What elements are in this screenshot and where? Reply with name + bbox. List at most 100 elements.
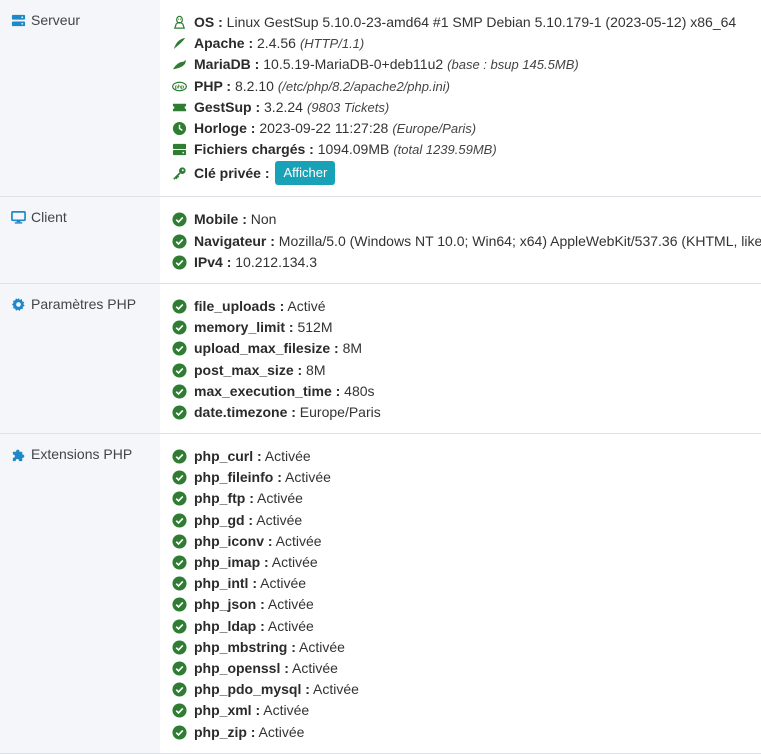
info-row-gestsup: GestSup : 3.2.24 (9803 Tickets) [171, 97, 761, 118]
info-key: php_openssl : [194, 659, 289, 676]
info-value: Activée [272, 532, 322, 549]
check-circle-icon [171, 639, 187, 655]
svg-text:php: php [174, 84, 183, 90]
monitor-icon [11, 210, 26, 225]
info-value: Mozilla/5.0 (Windows NT 10.0; Win64; x64… [274, 232, 761, 249]
section-label-parametres: Paramètres PHP [0, 283, 160, 433]
info-meta: (Europe/Paris) [392, 121, 477, 137]
info-key: date.timezone : [194, 403, 296, 420]
info-value: Activée [281, 469, 331, 486]
info-meta: (9803 Tickets) [306, 99, 390, 115]
check-circle-icon [171, 341, 187, 357]
hdd-icon [171, 142, 187, 158]
info-value: Activée [255, 723, 305, 740]
info-row: php_ldap : Activée [171, 616, 761, 637]
check-circle-icon [171, 618, 187, 634]
info-key: php_xml : [194, 702, 261, 719]
info-value: 1094.09MB [313, 141, 390, 158]
show-private-key-button[interactable]: Afficher [275, 161, 336, 186]
info-key: php_fileinfo : [194, 469, 282, 486]
check-circle-icon [171, 233, 187, 249]
check-circle-icon [171, 404, 187, 420]
info-row: php_openssl : Activée [171, 658, 761, 679]
section-content-parametres: file_uploads : Activé memory_limit : 512M… [160, 284, 761, 433]
info-value: Activée [288, 659, 338, 676]
info-key: upload_max_filesize : [194, 340, 339, 357]
info-value: 10.212.134.3 [231, 253, 317, 270]
info-key: php_zip : [194, 723, 256, 740]
info-key: max_execution_time : [194, 382, 341, 399]
info-meta: (base : bsup 145.5MB) [447, 57, 579, 73]
section-serveur: Serveur OS : Linux GestSup 5.10.0-23-amd… [0, 0, 761, 198]
check-circle-icon [171, 383, 187, 399]
info-value: Activée [257, 575, 307, 592]
server-icon [11, 13, 26, 28]
info-row-cle: Clé privée : Afficher [171, 160, 761, 186]
info-key: MariaDB : [194, 56, 260, 73]
info-value: Activée [295, 638, 345, 655]
check-circle-icon [171, 254, 187, 270]
info-row: php_fileinfo : Activée [171, 467, 761, 488]
section-title: Client [31, 209, 67, 226]
info-value: Activée [253, 490, 303, 507]
info-row-apache: Apache : 2.4.56 (HTTP/1.1) [171, 33, 761, 54]
check-circle-icon [171, 703, 187, 719]
info-value: Activée [264, 596, 314, 613]
section-content-client: Mobile : Non Navigateur : Mozilla/5.0 (W… [160, 197, 761, 283]
check-circle-icon [171, 533, 187, 549]
check-circle-icon [171, 362, 187, 378]
section-label-client: Client [0, 197, 160, 283]
info-value: 480s [340, 382, 375, 399]
info-value: Activée [261, 448, 311, 465]
check-circle-icon [171, 512, 187, 528]
check-circle-icon [171, 320, 187, 336]
info-value: 8.2.10 [231, 77, 274, 94]
section-label-extensions: Extensions PHP [0, 434, 160, 753]
info-key: Horloge : [194, 120, 256, 137]
info-row: php_zip : Activée [171, 721, 761, 742]
info-key: php_iconv : [194, 532, 273, 549]
info-row-horloge: Horloge : 2023-09-22 11:27:28 (Europe/Pa… [171, 118, 761, 139]
info-row-os: OS : Linux GestSup 5.10.0-23-amd64 #1 SM… [171, 12, 761, 33]
info-key: Apache : [194, 35, 254, 52]
section-client: Client Mobile : Non Navigateur : Mozilla… [0, 197, 761, 284]
seal-icon [171, 57, 187, 73]
info-value: 3.2.24 [260, 98, 303, 115]
info-value: Activée [268, 554, 318, 571]
check-circle-icon [171, 660, 187, 676]
info-key: php_ldap : [194, 617, 265, 634]
check-circle-icon [171, 298, 187, 314]
info-row: max_execution_time : 480s [171, 381, 761, 402]
info-meta: (/etc/php/8.2/apache2/php.ini) [277, 78, 450, 94]
info-row: php_json : Activée [171, 594, 761, 615]
info-row: IPv4 : 10.212.134.3 [171, 252, 761, 273]
info-row: php_imap : Activée [171, 552, 761, 573]
info-row-php: php PHP : 8.2.10 (/etc/php/8.2/apache2/p… [171, 76, 761, 97]
check-circle-icon [171, 682, 187, 698]
info-row-mariadb: MariaDB : 10.5.19-MariaDB-0+deb11u2 (bas… [171, 54, 761, 75]
info-row: Navigateur : Mozilla/5.0 (Windows NT 10.… [171, 231, 761, 252]
info-row: upload_max_filesize : 8M [171, 338, 761, 359]
key-icon [171, 165, 187, 181]
info-value: Non [246, 211, 277, 228]
info-key: IPv4 : [194, 253, 232, 270]
info-row: php_pdo_mysql : Activée [171, 679, 761, 700]
info-meta: (HTTP/1.1) [299, 36, 365, 52]
section-content-extensions: php_curl : Activée php_fileinfo : Activée… [160, 434, 761, 753]
info-value: Activé [284, 297, 326, 314]
clock-icon [171, 121, 187, 137]
check-circle-icon [171, 576, 187, 592]
info-value: Activée [253, 511, 303, 528]
check-circle-icon [171, 724, 187, 740]
info-key: GestSup : [194, 98, 261, 115]
info-row: post_max_size : 8M [171, 359, 761, 380]
info-key: post_max_size : [194, 361, 303, 378]
info-value: Activée [260, 702, 310, 719]
info-key: Mobile : [194, 211, 247, 228]
info-key: php_pdo_mysql : [194, 681, 310, 698]
info-row: php_xml : Activée [171, 700, 761, 721]
check-circle-icon [171, 212, 187, 228]
check-circle-icon [171, 470, 187, 486]
info-key: Navigateur : [194, 232, 275, 249]
info-row-fichiers: Fichiers chargés : 1094.09MB (total 1239… [171, 139, 761, 160]
